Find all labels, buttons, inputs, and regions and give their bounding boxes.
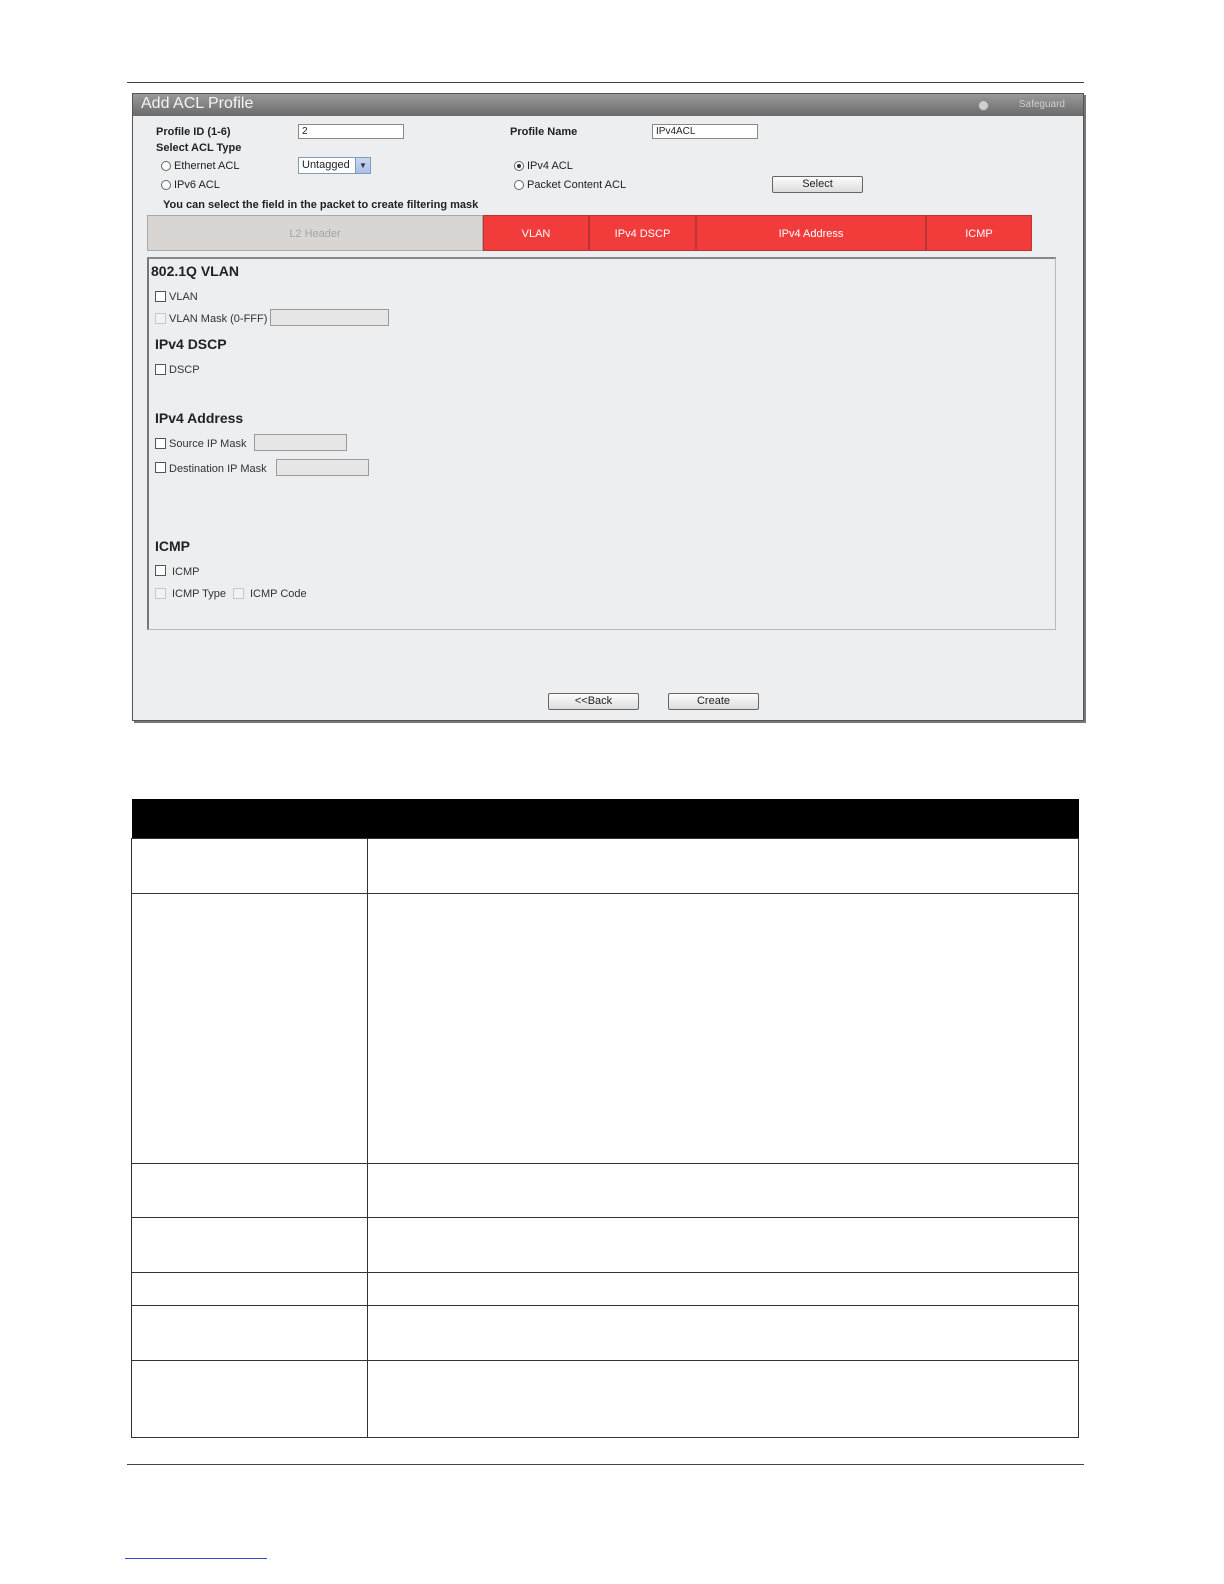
select-acl-type-label: Select ACL Type — [156, 142, 242, 154]
tab-icmp[interactable]: ICMP — [926, 215, 1032, 251]
table-cell — [131, 1305, 368, 1361]
address-section-title: IPv4 Address — [155, 410, 244, 426]
vlan-checkbox[interactable] — [155, 291, 166, 302]
dscp-label: DSCP — [169, 364, 200, 376]
safeguard-icon — [978, 100, 989, 111]
window-title: Add ACL Profile — [141, 95, 254, 112]
icmp-checkbox[interactable] — [155, 565, 166, 576]
profile-name-label: Profile Name — [510, 126, 578, 138]
filter-mask-hint: You can select the field in the packet t… — [163, 199, 479, 211]
ipv6-acl-label: IPv6 ACL — [174, 179, 220, 191]
dscp-checkbox[interactable] — [155, 364, 166, 375]
destination-ip-mask-input[interactable] — [276, 459, 369, 476]
tab-vlan[interactable]: VLAN — [483, 215, 589, 251]
icmp-section-title: ICMP — [155, 538, 190, 554]
table-cell — [367, 1217, 1079, 1273]
table-row — [131, 1305, 1079, 1361]
table-header-row — [131, 799, 1079, 839]
add-acl-profile-window: Add ACL Profile Safeguard Profile ID (1-… — [132, 93, 1084, 721]
table-cell — [131, 838, 368, 894]
profile-id-input[interactable] — [298, 124, 404, 139]
select-button[interactable]: Select — [772, 176, 863, 193]
ethernet-acl-label: Ethernet ACL — [174, 160, 240, 172]
vlan-section-title: 802.1Q VLAN — [151, 263, 239, 279]
table-cell — [131, 1272, 368, 1306]
vlan-tag-select-value: Untagged — [302, 159, 350, 171]
safeguard-label[interactable]: Safeguard — [1019, 99, 1065, 110]
parameter-table — [131, 799, 1079, 1438]
table-cell — [367, 1360, 1079, 1438]
table-cell — [131, 1360, 368, 1438]
ipv4-acl-label: IPv4 ACL — [527, 160, 573, 172]
filter-mask-panel: 802.1Q VLAN VLAN VLAN Mask (0-FFF) IPv4 … — [147, 257, 1056, 630]
vlan-label: VLAN — [169, 291, 198, 303]
create-button[interactable]: Create — [668, 693, 759, 710]
table-header-cell — [131, 799, 368, 839]
table-row — [131, 838, 1079, 894]
table-row — [131, 1360, 1079, 1438]
table-cell — [367, 1272, 1079, 1306]
icmp-code-label: ICMP Code — [250, 588, 307, 600]
back-button[interactable]: <<Back — [548, 693, 639, 710]
vlan-tag-select[interactable]: Untagged ▼ — [298, 157, 371, 174]
icmp-code-checkbox[interactable] — [233, 588, 244, 599]
table-cell — [131, 1163, 368, 1218]
window-titlebar: Add ACL Profile Safeguard — [133, 94, 1083, 116]
vlan-mask-label: VLAN Mask (0-FFF) — [169, 313, 268, 325]
vlan-mask-checkbox[interactable] — [155, 313, 166, 324]
tab-ipv4-address[interactable]: IPv4 Address — [696, 215, 926, 251]
packet-content-acl-radio[interactable] — [514, 180, 524, 190]
ethernet-acl-radio[interactable] — [161, 161, 171, 171]
table-row — [131, 1272, 1079, 1306]
dscp-section-title: IPv4 DSCP — [155, 336, 227, 352]
tab-ipv4-dscp[interactable]: IPv4 DSCP — [589, 215, 696, 251]
ipv6-acl-radio[interactable] — [161, 180, 171, 190]
table-cell — [367, 838, 1079, 894]
icmp-type-checkbox[interactable] — [155, 588, 166, 599]
table-cell — [367, 1163, 1079, 1218]
table-cell — [131, 1217, 368, 1273]
tab-l2-header[interactable]: L2 Header — [147, 215, 483, 251]
table-cell — [367, 893, 1079, 1164]
chevron-down-icon[interactable]: ▼ — [355, 158, 370, 173]
table-header-cell — [367, 799, 1079, 839]
icmp-label: ICMP — [172, 566, 200, 578]
table-cell — [367, 1305, 1079, 1361]
source-ip-mask-checkbox[interactable] — [155, 438, 166, 449]
profile-id-label: Profile ID (1-6) — [156, 126, 231, 138]
table-row — [131, 1217, 1079, 1273]
source-ip-mask-input[interactable] — [254, 434, 347, 451]
footer-link-underline[interactable] — [125, 1558, 267, 1559]
icmp-type-label: ICMP Type — [172, 588, 227, 600]
table-cell — [131, 893, 368, 1164]
packet-content-acl-label: Packet Content ACL — [527, 179, 627, 191]
destination-ip-mask-checkbox[interactable] — [155, 462, 166, 473]
table-row — [131, 1163, 1079, 1218]
page-footer-rule — [127, 1464, 1084, 1465]
source-ip-mask-label: Source IP Mask — [169, 438, 247, 450]
table-row — [131, 893, 1079, 1164]
ipv4-acl-radio[interactable] — [514, 161, 524, 171]
destination-ip-mask-label: Destination IP Mask — [169, 463, 267, 475]
profile-name-input[interactable] — [652, 124, 758, 139]
vlan-mask-input[interactable] — [270, 309, 389, 326]
page-header-rule — [127, 82, 1084, 83]
